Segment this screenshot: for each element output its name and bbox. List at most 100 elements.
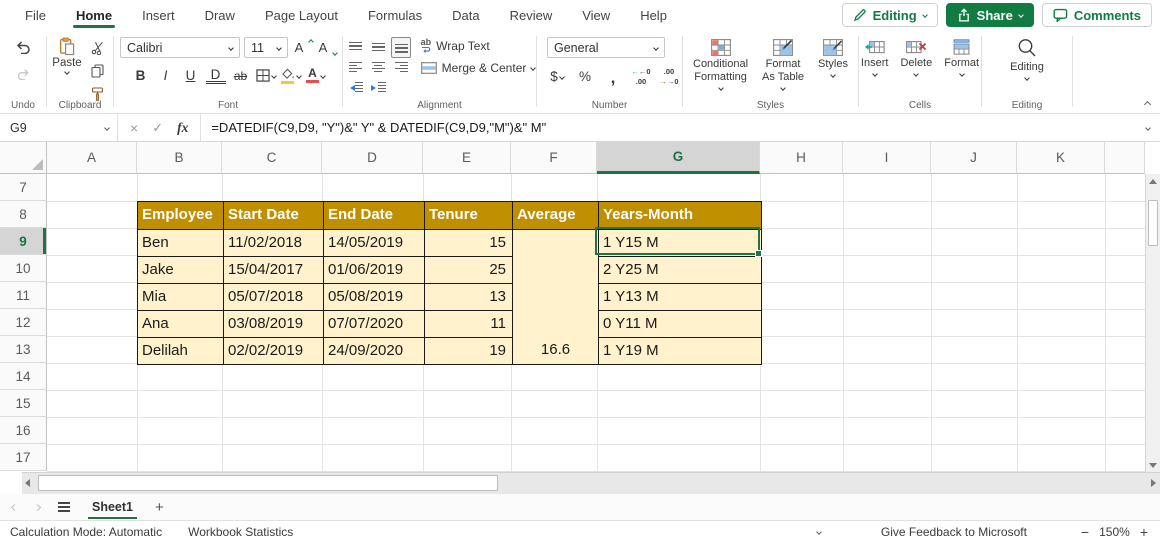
increase-indent-button[interactable]: [368, 77, 388, 98]
increase-font-button[interactable]: A: [292, 37, 314, 58]
row-header-16[interactable]: 16: [0, 417, 47, 444]
horizontal-scroll-thumb[interactable]: [38, 475, 498, 491]
table-header-cell[interactable]: End Date: [323, 202, 424, 229]
merge-center-button[interactable]: Merge & Center: [420, 61, 537, 75]
column-header-j[interactable]: J: [931, 142, 1017, 174]
expand-formula-bar-button[interactable]: [1145, 124, 1151, 131]
menu-tab-review[interactable]: Review: [495, 0, 568, 30]
formula-input[interactable]: =DATEDIF(C9,D9, "Y")&" Y" & DATEDIF(C9,D…: [201, 120, 1146, 135]
table-header-cell[interactable]: Tenure: [424, 202, 512, 229]
zoom-in-button[interactable]: +: [1140, 524, 1148, 540]
align-bottom-button[interactable]: [391, 36, 412, 58]
feedback-link[interactable]: Give Feedback to Microsoft: [881, 525, 1027, 539]
font-family-select[interactable]: Calibri: [120, 37, 240, 58]
row-header-11[interactable]: 11: [0, 282, 47, 309]
align-right-button[interactable]: [391, 57, 411, 78]
row-header-10[interactable]: 10: [0, 255, 47, 282]
table-header-cell[interactable]: Employee: [138, 202, 223, 229]
average-cell[interactable]: 16.6: [512, 229, 598, 364]
italic-button[interactable]: I: [156, 65, 176, 86]
menu-tab-draw[interactable]: Draw: [190, 0, 250, 30]
column-header-a[interactable]: A: [47, 142, 137, 174]
menu-tab-home[interactable]: Home: [61, 0, 127, 30]
menu-tab-view[interactable]: View: [567, 0, 625, 30]
copy-button[interactable]: [88, 60, 108, 81]
cancel-entry-button[interactable]: ×: [130, 120, 138, 136]
currency-format-button[interactable]: $: [547, 66, 567, 87]
table-cell[interactable]: 11: [424, 310, 512, 337]
column-header-h[interactable]: H: [760, 142, 843, 174]
table-cell[interactable]: 13: [424, 283, 512, 310]
row-header-8[interactable]: 8: [0, 201, 47, 228]
menu-tab-help[interactable]: Help: [625, 0, 682, 30]
share-button[interactable]: Share: [945, 3, 1034, 27]
table-cell[interactable]: 03/08/2019: [223, 310, 323, 337]
table-cell[interactable]: Ana: [138, 310, 223, 337]
paste-button[interactable]: Paste: [52, 37, 82, 75]
table-cell[interactable]: 05/08/2019: [323, 283, 424, 310]
cut-button[interactable]: [88, 37, 108, 58]
table-cell[interactable]: Mia: [138, 283, 223, 310]
column-header-b[interactable]: B: [137, 142, 222, 174]
column-header-k[interactable]: K: [1017, 142, 1105, 174]
menu-tab-file[interactable]: File: [10, 0, 61, 30]
table-cell[interactable]: 19: [424, 337, 512, 364]
menu-tab-insert[interactable]: Insert: [127, 0, 190, 30]
add-sheet-button[interactable]: +: [155, 499, 164, 516]
column-header-f[interactable]: F: [511, 142, 597, 174]
table-cell[interactable]: 2 Y25 M: [598, 256, 761, 283]
table-cell[interactable]: 25: [424, 256, 512, 283]
number-format-select[interactable]: General: [547, 37, 665, 58]
table-cell[interactable]: 14/05/2019: [323, 229, 424, 256]
table-cell[interactable]: Ben: [138, 229, 223, 256]
all-sheets-menu-button[interactable]: [58, 502, 70, 512]
align-center-button[interactable]: [368, 57, 388, 78]
workbook-statistics-button[interactable]: Workbook Statistics: [188, 525, 293, 539]
horizontal-scrollbar[interactable]: [22, 472, 1160, 494]
row-header-7[interactable]: 7: [0, 174, 47, 201]
conditional-formatting-button[interactable]: Conditional Formatting: [689, 39, 752, 91]
collapse-ribbon-button[interactable]: [1143, 100, 1152, 109]
menu-tab-formulas[interactable]: Formulas: [353, 0, 437, 30]
strikethrough-button[interactable]: ab: [231, 65, 251, 86]
calculation-mode-status[interactable]: Calculation Mode: Automatic: [10, 525, 162, 539]
sheet-tab[interactable]: Sheet1: [88, 494, 137, 520]
table-cell[interactable]: 15: [424, 229, 512, 256]
table-cell[interactable]: 0 Y11 M: [598, 310, 761, 337]
format-as-table-button[interactable]: Format As Table: [756, 39, 810, 91]
delete-cells-button[interactable]: Delete: [896, 39, 936, 77]
table-header-cell[interactable]: Years-Month: [598, 202, 761, 229]
decrease-decimal-button[interactable]: .00 →→0: [659, 66, 679, 87]
zoom-out-button[interactable]: −: [1081, 524, 1089, 540]
table-cell[interactable]: 05/07/2018: [223, 283, 323, 310]
redo-button[interactable]: [13, 64, 33, 85]
percent-format-button[interactable]: %: [575, 66, 595, 87]
row-header-17[interactable]: 17: [0, 444, 47, 471]
underline-button[interactable]: U: [181, 65, 201, 86]
scroll-up-arrow[interactable]: [1149, 179, 1157, 184]
next-sheet-button[interactable]: [33, 503, 42, 511]
wrap-text-button[interactable]: ab Wrap Text: [421, 38, 536, 53]
name-box[interactable]: G9: [0, 114, 118, 141]
menu-tab-page-layout[interactable]: Page Layout: [250, 0, 353, 30]
insert-function-button[interactable]: fx: [177, 120, 188, 136]
row-header-12[interactable]: 12: [0, 309, 47, 336]
editing-menu-button[interactable]: Editing: [1006, 37, 1048, 81]
table-cell[interactable]: 1 Y19 M: [598, 337, 761, 364]
scroll-down-arrow[interactable]: [1149, 463, 1157, 468]
vertical-scrollbar[interactable]: [1145, 174, 1160, 472]
menu-tab-data[interactable]: Data: [437, 0, 494, 30]
scroll-right-arrow[interactable]: [1151, 479, 1156, 487]
table-cell[interactable]: 01/06/2019: [323, 256, 424, 283]
format-cells-button[interactable]: Format: [940, 39, 983, 77]
confirm-entry-button[interactable]: ✓: [152, 120, 163, 136]
fill-color-button[interactable]: [281, 65, 302, 86]
undo-button[interactable]: [13, 37, 33, 58]
comma-format-button[interactable]: ,: [603, 66, 623, 87]
decrease-indent-button[interactable]: [345, 77, 365, 98]
align-middle-button[interactable]: [368, 37, 388, 58]
decrease-font-button[interactable]: A: [316, 37, 338, 58]
table-cell[interactable]: 11/02/2018: [223, 229, 323, 256]
column-header-filler[interactable]: [1105, 142, 1145, 174]
select-all-corner[interactable]: [0, 142, 47, 174]
